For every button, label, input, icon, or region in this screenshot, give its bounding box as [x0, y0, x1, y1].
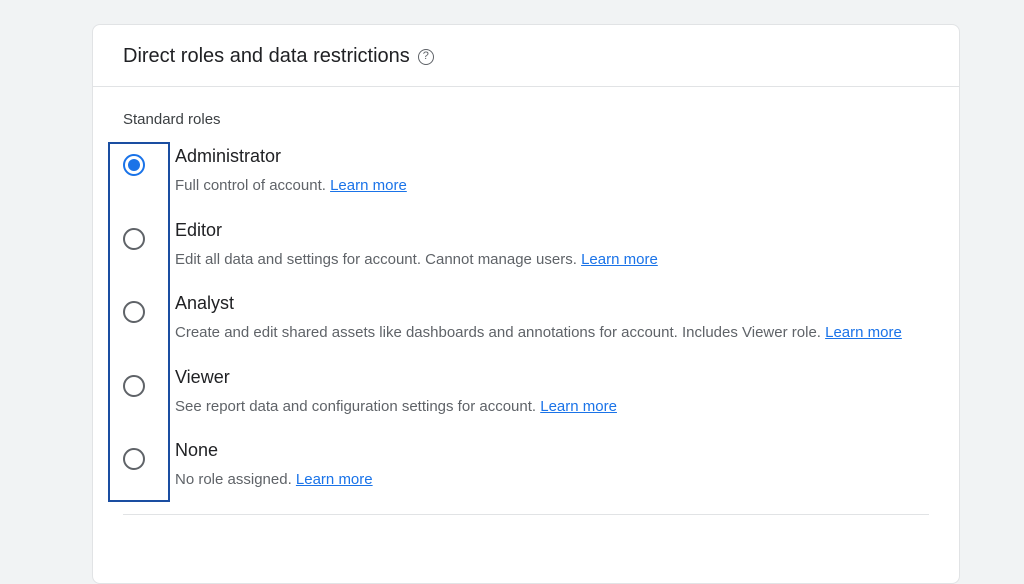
radio-analyst[interactable]: [123, 301, 145, 323]
role-body: None No role assigned. Learn more: [175, 440, 929, 492]
role-name: Administrator: [175, 146, 929, 167]
radio-none[interactable]: [123, 448, 145, 470]
role-option-none[interactable]: None No role assigned. Learn more: [123, 440, 929, 492]
role-name: None: [175, 440, 929, 461]
learn-more-link[interactable]: Learn more: [581, 251, 658, 268]
role-description: Edit all data and settings for account. …: [175, 249, 929, 272]
role-option-administrator[interactable]: Administrator Full control of account. L…: [123, 146, 929, 198]
role-desc-text: Edit all data and settings for account. …: [175, 251, 581, 268]
role-desc-text: Create and edit shared assets like dashb…: [175, 324, 825, 341]
standard-roles-section: Standard roles Administrator Full contro…: [93, 87, 959, 515]
role-name: Analyst: [175, 293, 929, 314]
role-name: Viewer: [175, 367, 929, 388]
card-header: Direct roles and data restrictions ?: [93, 25, 959, 87]
role-body: Viewer See report data and configuration…: [175, 367, 929, 419]
role-description: Full control of account. Learn more: [175, 175, 929, 198]
section-divider: [123, 514, 929, 515]
role-option-viewer[interactable]: Viewer See report data and configuration…: [123, 367, 929, 419]
role-name: Editor: [175, 220, 929, 241]
role-description: See report data and configuration settin…: [175, 396, 929, 419]
learn-more-link[interactable]: Learn more: [825, 324, 902, 341]
role-option-editor[interactable]: Editor Edit all data and settings for ac…: [123, 220, 929, 272]
role-body: Administrator Full control of account. L…: [175, 146, 929, 198]
role-body: Editor Edit all data and settings for ac…: [175, 220, 929, 272]
learn-more-link[interactable]: Learn more: [540, 398, 617, 415]
learn-more-link[interactable]: Learn more: [330, 177, 407, 194]
role-desc-text: No role assigned.: [175, 471, 296, 488]
learn-more-link[interactable]: Learn more: [296, 471, 373, 488]
radio-editor[interactable]: [123, 228, 145, 250]
role-body: Analyst Create and edit shared assets li…: [175, 293, 929, 345]
roles-card: Direct roles and data restrictions ? Sta…: [92, 24, 960, 584]
help-icon[interactable]: ?: [418, 49, 434, 65]
role-description: No role assigned. Learn more: [175, 469, 929, 492]
role-desc-text: Full control of account.: [175, 177, 330, 194]
roles-list: Administrator Full control of account. L…: [123, 146, 929, 492]
section-label: Standard roles: [123, 111, 929, 128]
role-desc-text: See report data and configuration settin…: [175, 398, 540, 415]
radio-administrator[interactable]: [123, 154, 145, 176]
role-option-analyst[interactable]: Analyst Create and edit shared assets li…: [123, 293, 929, 345]
role-description: Create and edit shared assets like dashb…: [175, 322, 929, 345]
radio-viewer[interactable]: [123, 375, 145, 397]
card-title: Direct roles and data restrictions: [123, 45, 410, 68]
